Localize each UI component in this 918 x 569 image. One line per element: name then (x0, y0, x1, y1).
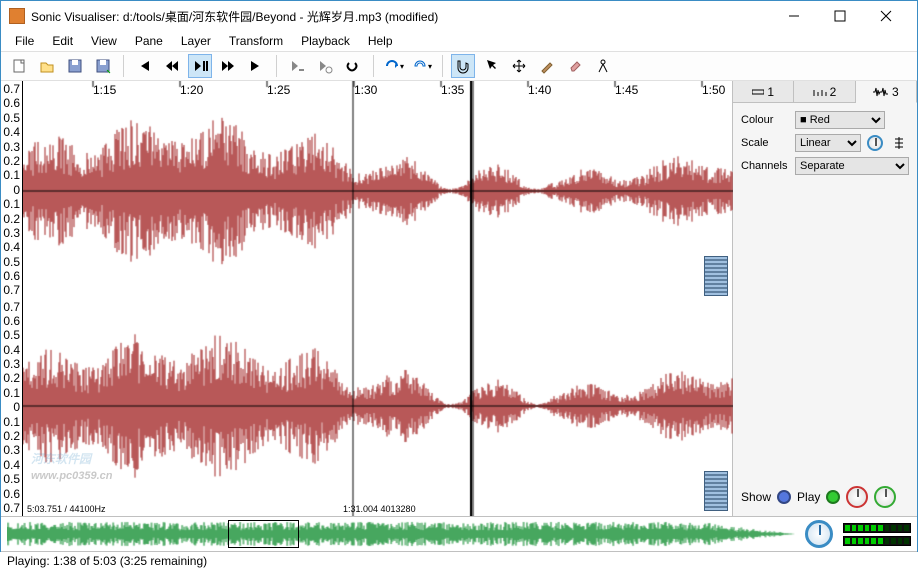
vertical-zoom-thumb[interactable] (704, 256, 728, 296)
tab-label: 1 (767, 85, 774, 99)
menu-help[interactable]: Help (360, 32, 401, 50)
rewind-icon[interactable] (160, 54, 184, 78)
menu-pane[interactable]: Pane (127, 32, 171, 50)
tab-layer-3[interactable]: 3 (856, 81, 917, 103)
show-led[interactable] (777, 490, 791, 504)
channels-select[interactable]: Separate (795, 157, 909, 175)
channels-label: Channels (741, 160, 791, 172)
gain-dial[interactable] (846, 486, 868, 508)
menu-playback[interactable]: Playback (293, 32, 358, 50)
ffwd-end-icon[interactable] (244, 54, 268, 78)
tab-layer-2[interactable]: 2 (794, 81, 855, 102)
solo-icon[interactable] (341, 54, 365, 78)
pan-dial[interactable] (874, 486, 896, 508)
menu-edit[interactable]: Edit (44, 32, 81, 50)
waveform-canvas[interactable] (23, 81, 733, 516)
overview-viewport[interactable] (228, 520, 299, 548)
overview-bar (1, 516, 917, 551)
info-duration-samplerate: 5:03.751 / 44100Hz (27, 504, 106, 514)
select-icon[interactable] (479, 54, 503, 78)
show-label: Show (741, 490, 771, 504)
close-button[interactable] (863, 1, 909, 31)
window-title: Sonic Visualiser: d:/tools/桌面/河东软件园/Beyo… (31, 8, 771, 25)
rewind-start-icon[interactable] (132, 54, 156, 78)
tab-label: 3 (892, 85, 899, 99)
ruler-icon (752, 87, 764, 97)
measure-icon[interactable] (591, 54, 615, 78)
play-pause-icon[interactable] (188, 54, 212, 78)
maximize-button[interactable] (817, 1, 863, 31)
save-file-icon[interactable] (63, 54, 87, 78)
scale-label: Scale (741, 137, 791, 149)
scale-dial-icon[interactable] (865, 133, 885, 153)
level-meter-right (843, 536, 911, 546)
playback-mode-icon[interactable]: ▾ (382, 54, 406, 78)
tab-label: 2 (830, 85, 837, 99)
draw-icon[interactable] (535, 54, 559, 78)
ruler-icon (813, 87, 827, 97)
menu-view[interactable]: View (83, 32, 125, 50)
navigate-icon[interactable] (451, 54, 475, 78)
menu-file[interactable]: File (7, 32, 42, 50)
erase-icon[interactable] (563, 54, 587, 78)
play-led[interactable] (826, 490, 840, 504)
play-label: Play (797, 490, 820, 504)
move-icon[interactable] (507, 54, 531, 78)
menu-layer[interactable]: Layer (173, 32, 219, 50)
scale-select[interactable]: Linear (795, 134, 861, 152)
y-axis: 0.70.60.50.40.30.20.100.10.20.30.40.50.6… (1, 81, 23, 516)
menubar: File Edit View Pane Layer Transform Play… (1, 31, 917, 51)
new-file-icon[interactable] (7, 54, 31, 78)
record-icon[interactable] (285, 54, 309, 78)
import-audio-icon[interactable] (91, 54, 115, 78)
vertical-zoom-thumb[interactable] (704, 471, 728, 511)
layer-properties-panel: 1 2 3 Colour ■ Red Scale Linear Channels… (732, 81, 917, 516)
scale-extra-icon[interactable] (889, 133, 909, 153)
waveform-icon (873, 87, 889, 97)
ffwd-icon[interactable] (216, 54, 240, 78)
toolbar: ▾ ▾ (1, 51, 917, 81)
loop-icon[interactable] (313, 54, 337, 78)
playback-speed-dial[interactable] (805, 520, 833, 548)
titlebar: Sonic Visualiser: d:/tools/桌面/河东软件园/Beyo… (1, 1, 917, 31)
level-meter-left (843, 523, 911, 533)
tab-layer-1[interactable]: 1 (733, 81, 794, 102)
waveform-pane[interactable]: 0.70.60.50.40.30.20.100.10.20.30.40.50.6… (1, 81, 732, 516)
overview-waveform[interactable] (7, 520, 795, 548)
colour-select[interactable]: ■ Red (795, 111, 885, 129)
app-icon (9, 8, 25, 24)
menu-transform[interactable]: Transform (221, 32, 291, 50)
open-file-icon[interactable] (35, 54, 59, 78)
playback-status: Playing: 1:38 of 5:03 (3:25 remaining) (7, 554, 207, 568)
layer-tabs: 1 2 3 (733, 81, 917, 103)
restrict-icon[interactable]: ▾ (410, 54, 434, 78)
info-cursor-position: 1:31.004 4013280 (343, 504, 416, 514)
colour-label: Colour (741, 114, 791, 126)
minimize-button[interactable] (771, 1, 817, 31)
level-meters (843, 523, 911, 546)
statusbar: Playing: 1:38 of 5:03 (3:25 remaining) (1, 551, 917, 569)
